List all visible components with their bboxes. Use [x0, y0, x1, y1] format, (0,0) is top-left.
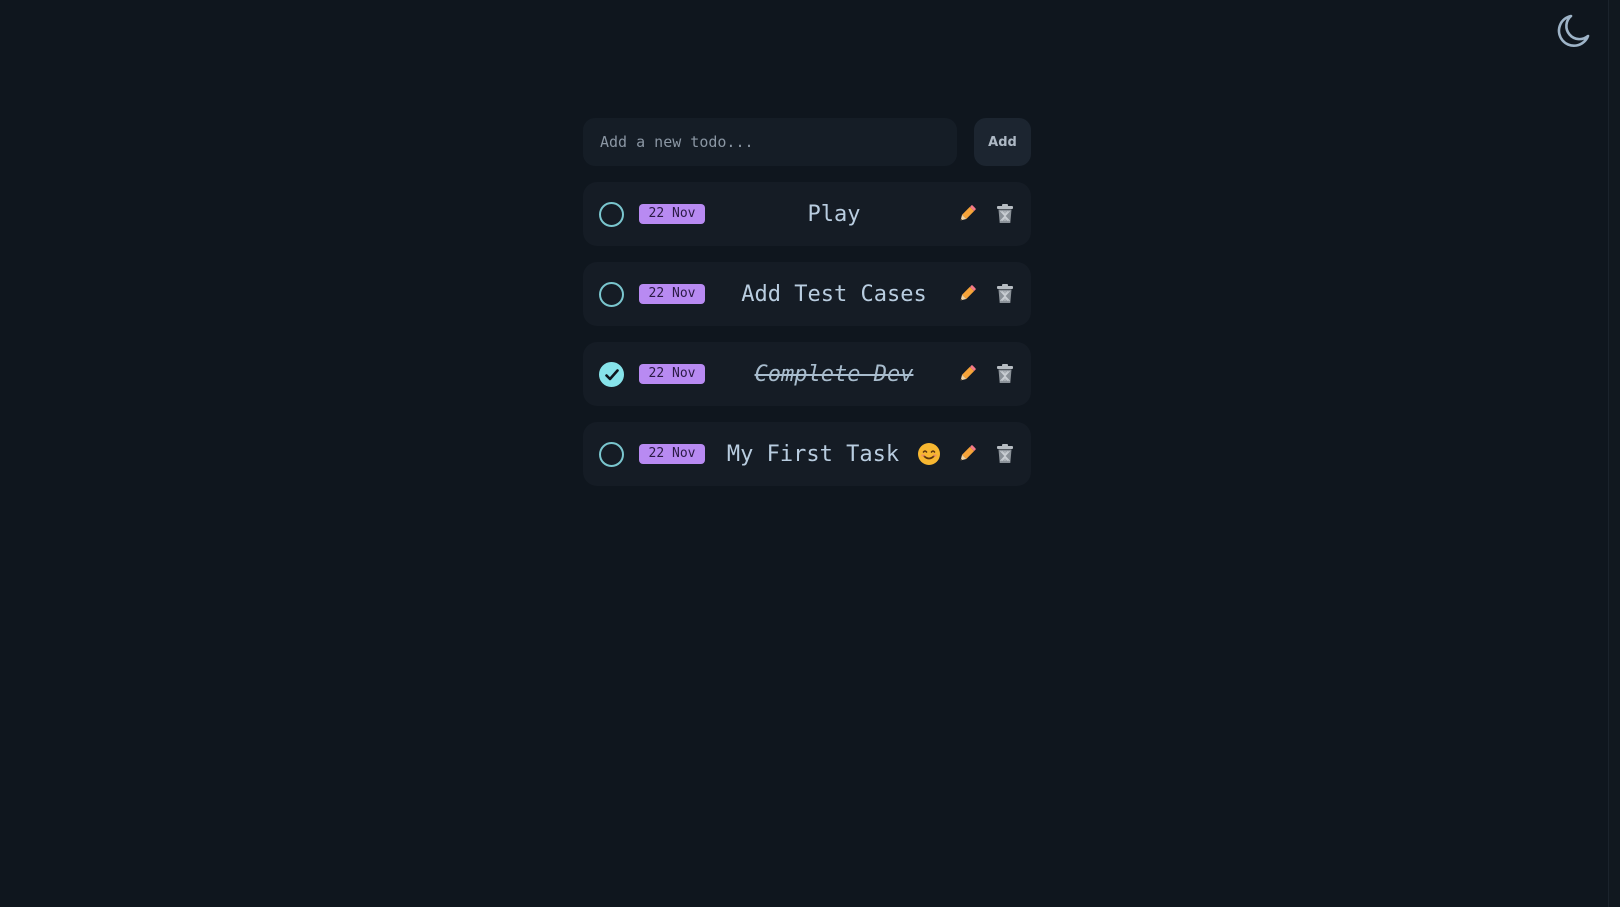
todo-app: Add 22 Nov Play [0, 0, 1620, 907]
theme-toggle-button[interactable] [1554, 12, 1592, 50]
scrollbar[interactable] [1608, 0, 1620, 907]
pencil-icon [960, 205, 976, 221]
add-todo-form: Add [583, 118, 1031, 166]
pencil-icon [960, 365, 976, 381]
checkmark-icon [605, 369, 619, 381]
todo-item: 22 Nov Play [583, 182, 1031, 246]
trash-icon [997, 284, 1013, 303]
todo-item: 22 Nov My First Task [583, 422, 1031, 486]
trash-icon [997, 444, 1013, 463]
edit-button[interactable] [955, 282, 979, 306]
todo-text: My First Task [726, 441, 900, 467]
todo-text-container: Complete Dev [713, 342, 955, 406]
smiling-face-icon [918, 443, 941, 465]
todo-item: 22 Nov Add Test Cases [583, 262, 1031, 326]
new-todo-input[interactable] [583, 118, 957, 166]
date-badge: 22 Nov [639, 364, 705, 384]
todo-text: Add Test Cases [741, 281, 927, 307]
complete-checkbox[interactable] [599, 282, 624, 307]
edit-button[interactable] [955, 202, 979, 226]
todo-text-container: Add Test Cases [713, 262, 955, 326]
trash-icon [997, 204, 1013, 223]
edit-button[interactable] [955, 362, 979, 386]
add-button[interactable]: Add [974, 118, 1031, 166]
delete-button[interactable] [993, 442, 1017, 466]
date-badge: 22 Nov [639, 284, 705, 304]
delete-button[interactable] [993, 362, 1017, 386]
todo-item: 22 Nov Complete Dev [583, 342, 1031, 406]
todo-text: Play [807, 201, 861, 227]
complete-checkbox[interactable] [599, 202, 624, 227]
todo-text: Complete Dev [754, 361, 914, 387]
edit-button[interactable] [955, 442, 979, 466]
delete-button[interactable] [993, 282, 1017, 306]
complete-checkbox[interactable] [599, 442, 624, 467]
todo-text-container: Play [713, 182, 955, 246]
date-badge: 22 Nov [639, 204, 705, 224]
todo-list: 22 Nov Play 22 Nov Add Test Cases 22 Nov… [583, 182, 1031, 502]
moon-icon [1557, 14, 1590, 47]
todo-text-container: My First Task [713, 422, 955, 486]
complete-checkbox[interactable] [599, 362, 624, 387]
pencil-icon [960, 285, 976, 301]
pencil-icon [960, 445, 976, 461]
trash-icon [997, 364, 1013, 383]
delete-button[interactable] [993, 202, 1017, 226]
date-badge: 22 Nov [639, 444, 705, 464]
